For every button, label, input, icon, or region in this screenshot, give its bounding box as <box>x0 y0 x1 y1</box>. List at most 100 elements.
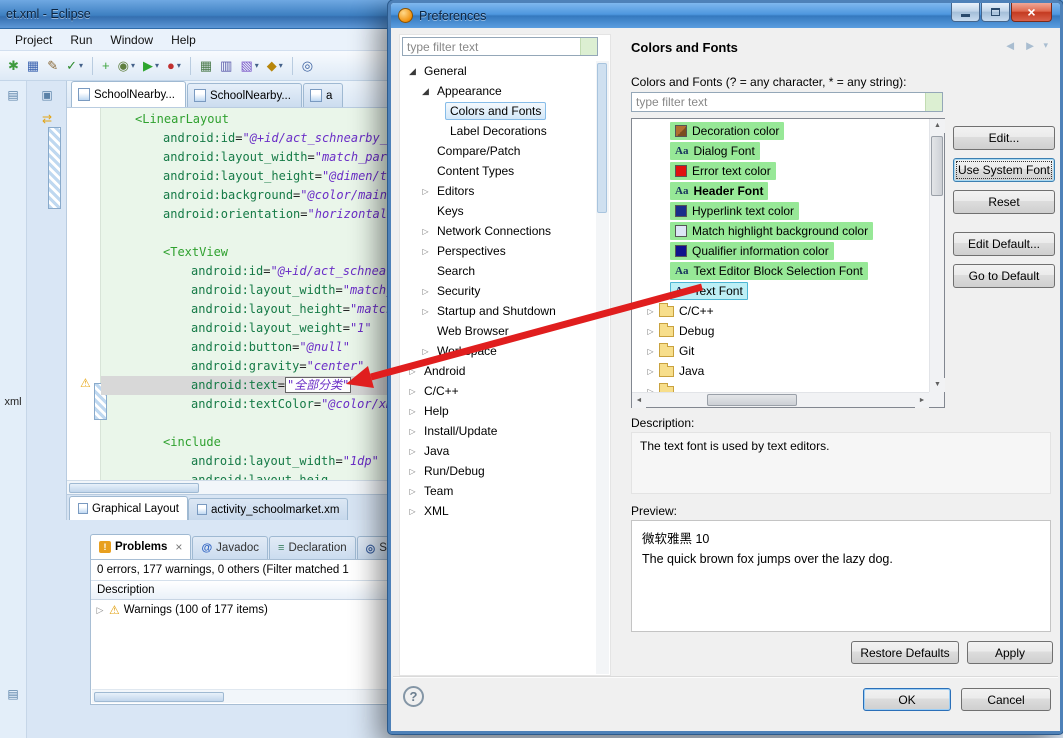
editor-tab[interactable]: SchoolNearby... <box>186 83 302 107</box>
warning-marker-icon[interactable]: ⚠ <box>80 376 91 390</box>
help-icon[interactable]: ? <box>403 686 424 707</box>
tree-item-editors[interactable]: ▷ Editors <box>400 181 596 201</box>
go-to-default-button[interactable]: Go to Default <box>953 264 1055 288</box>
tree-item-web-browser[interactable]: Web Browser <box>400 321 596 341</box>
expand-collapsed-icon[interactable]: ▷ <box>406 367 419 376</box>
tree-item-colors-and-fonts[interactable]: Colors and Fonts <box>400 101 596 121</box>
cancel-button[interactable]: Cancel <box>961 688 1051 711</box>
expand-collapsed-icon[interactable]: ▷ <box>406 467 419 476</box>
expand-expanded-icon[interactable]: ◢ <box>406 66 419 77</box>
menu-window[interactable]: Window <box>101 31 162 49</box>
list-vertical-scrollbar[interactable]: ▲ ▼ <box>929 119 945 392</box>
list-horizontal-scrollbar[interactable]: ◄ ► <box>632 392 929 408</box>
font-list-item-match-highlight-background-color[interactable]: Match highlight background color <box>632 221 929 241</box>
maximize-button[interactable] <box>981 3 1010 22</box>
expand-collapsed-icon[interactable]: ▷ <box>95 605 105 616</box>
tree-item-label-decorations[interactable]: Label Decorations <box>400 121 596 141</box>
tree-item-appearance[interactable]: ◢ Appearance <box>400 81 596 101</box>
editor-tab[interactable]: a <box>302 83 344 107</box>
dialog-titlebar[interactable]: Preferences × <box>391 3 1060 28</box>
coverage-icon[interactable]: ● ▾ <box>164 55 184 77</box>
scroll-down-icon[interactable]: ▼ <box>930 378 945 392</box>
close-icon[interactable]: × <box>175 540 182 554</box>
editor-horizontal-scrollbar[interactable] <box>67 480 392 494</box>
font-list-item-git[interactable]: ▷ Git <box>632 341 929 361</box>
reset-button[interactable]: Reset <box>953 190 1055 214</box>
code-text[interactable]: <LinearLayout android:id="@+id/act_schnea… <box>101 110 392 480</box>
scrollbar-thumb[interactable] <box>597 63 607 213</box>
tree-item-run-debug[interactable]: ▷ Run/Debug <box>400 461 596 481</box>
minimized-view-label[interactable]: xml <box>0 396 26 408</box>
page-menu-icon[interactable]: ▾ <box>1043 40 1048 51</box>
tree-item-team[interactable]: ▷ Team <box>400 481 596 501</box>
view-tab-declaration[interactable]: ≡ Declaration <box>269 536 356 559</box>
tree-item-general[interactable]: ◢ General <box>400 61 596 81</box>
scrollbar-thumb[interactable] <box>69 483 199 493</box>
font-list-item-java[interactable]: ▷ Java <box>632 361 929 381</box>
new-project-icon[interactable]: + <box>99 55 113 77</box>
open-perspective-icon[interactable]: ▧ ▾ <box>237 55 261 77</box>
expand-collapsed-icon[interactable]: ▷ <box>644 347 657 356</box>
menu-project[interactable]: Project <box>6 31 61 49</box>
editor-tab[interactable]: SchoolNearby... <box>71 81 186 107</box>
expand-collapsed-icon[interactable]: ▷ <box>644 367 657 376</box>
view-tab-problems[interactable]: ! Problems × <box>90 534 192 559</box>
run-icon[interactable]: ▶ ▾ <box>140 55 162 77</box>
tree-item-android[interactable]: ▷ Android <box>400 361 596 381</box>
description-column-header[interactable]: Description <box>91 580 391 600</box>
forward-icon[interactable]: ► <box>1024 38 1037 53</box>
expand-collapsed-icon[interactable]: ▷ <box>419 347 432 356</box>
tree-scrollbar[interactable] <box>596 61 609 674</box>
scroll-right-icon[interactable]: ► <box>915 393 929 408</box>
tree-item-keys[interactable]: Keys <box>400 201 596 221</box>
font-list-item-debug[interactable]: ▷ Debug <box>632 321 929 341</box>
new-package-icon[interactable]: ◆ ▾ <box>264 55 286 77</box>
warnings-group-row[interactable]: ▷ ⚠ Warnings (100 of 177 items) <box>91 600 391 620</box>
restore-window-icon[interactable]: ▣ <box>37 85 57 105</box>
font-list-item-header-font[interactable]: Aa Header Font <box>632 181 929 201</box>
expand-collapsed-icon[interactable]: ▷ <box>419 227 432 236</box>
search-icon[interactable]: ◎ <box>299 55 316 77</box>
restore-defaults-button[interactable]: Restore Defaults <box>851 641 959 664</box>
scrollbar-thumb[interactable] <box>931 136 943 196</box>
tree-item-c-c[interactable]: ▷ C/C++ <box>400 381 596 401</box>
use-system-font-button[interactable]: Use System Font <box>953 158 1055 182</box>
expand-collapsed-icon[interactable]: ▷ <box>406 407 419 416</box>
font-list-item-dialog-font[interactable]: Aa Dialog Font <box>632 141 929 161</box>
expand-collapsed-icon[interactable]: ▷ <box>644 327 657 336</box>
expand-collapsed-icon[interactable]: ▷ <box>406 487 419 496</box>
font-list-item-c-c[interactable]: ▷ C/C++ <box>632 301 929 321</box>
expand-collapsed-icon[interactable]: ▷ <box>406 427 419 436</box>
avd-manager-icon[interactable]: ▥ <box>217 55 235 77</box>
tree-item-content-types[interactable]: Content Types <box>400 161 596 181</box>
fast-view-icon[interactable]: ▤ <box>3 684 23 704</box>
tree-item-help[interactable]: ▷ Help <box>400 401 596 421</box>
tree-item-startup-and-shutdown[interactable]: ▷ Startup and Shutdown <box>400 301 596 321</box>
expand-collapsed-icon[interactable]: ▷ <box>419 187 432 196</box>
expand-collapsed-icon[interactable]: ▷ <box>406 507 419 516</box>
tree-item-network-connections[interactable]: ▷ Network Connections <box>400 221 596 241</box>
edit-default-button[interactable]: Edit Default... <box>953 232 1055 256</box>
expand-collapsed-icon[interactable]: ▷ <box>419 247 432 256</box>
xml-source-editor[interactable]: ⚠ <LinearLayout android:id="@+id/act_schn… <box>67 108 392 480</box>
font-list-item-qualifier-information-color[interactable]: Qualifier information color <box>632 241 929 261</box>
minimize-button[interactable] <box>951 3 980 22</box>
view-tab-javadoc[interactable]: @ Javadoc <box>192 536 269 559</box>
problems-horizontal-scrollbar[interactable] <box>92 689 390 703</box>
font-list-item-error-text-color[interactable]: Error text color <box>632 161 929 181</box>
expand-collapsed-icon[interactable]: ▷ <box>406 387 419 396</box>
font-list-item-text-editor-block-selection-font[interactable]: Aa Text Editor Block Selection Font <box>632 261 929 281</box>
tree-item-workspace[interactable]: ▷ Workspace <box>400 341 596 361</box>
tree-filter-input[interactable]: type filter text <box>402 37 598 56</box>
expand-expanded-icon[interactable]: ◢ <box>419 86 432 97</box>
close-button[interactable]: × <box>1011 3 1052 22</box>
font-list-item-text-font[interactable]: Aa Text Font <box>632 281 929 301</box>
tree-item-search[interactable]: Search <box>400 261 596 281</box>
save-icon[interactable]: ▦ <box>24 55 42 77</box>
menu-run[interactable]: Run <box>61 31 101 49</box>
external-tools-icon[interactable]: ✓ ▾ <box>63 55 86 77</box>
switch-editor-icon[interactable]: ⇄ <box>37 109 57 129</box>
back-icon[interactable]: ◄ <box>1004 38 1017 53</box>
font-list-item-item[interactable]: ▷ <box>632 381 929 392</box>
tree-item-security[interactable]: ▷ Security <box>400 281 596 301</box>
